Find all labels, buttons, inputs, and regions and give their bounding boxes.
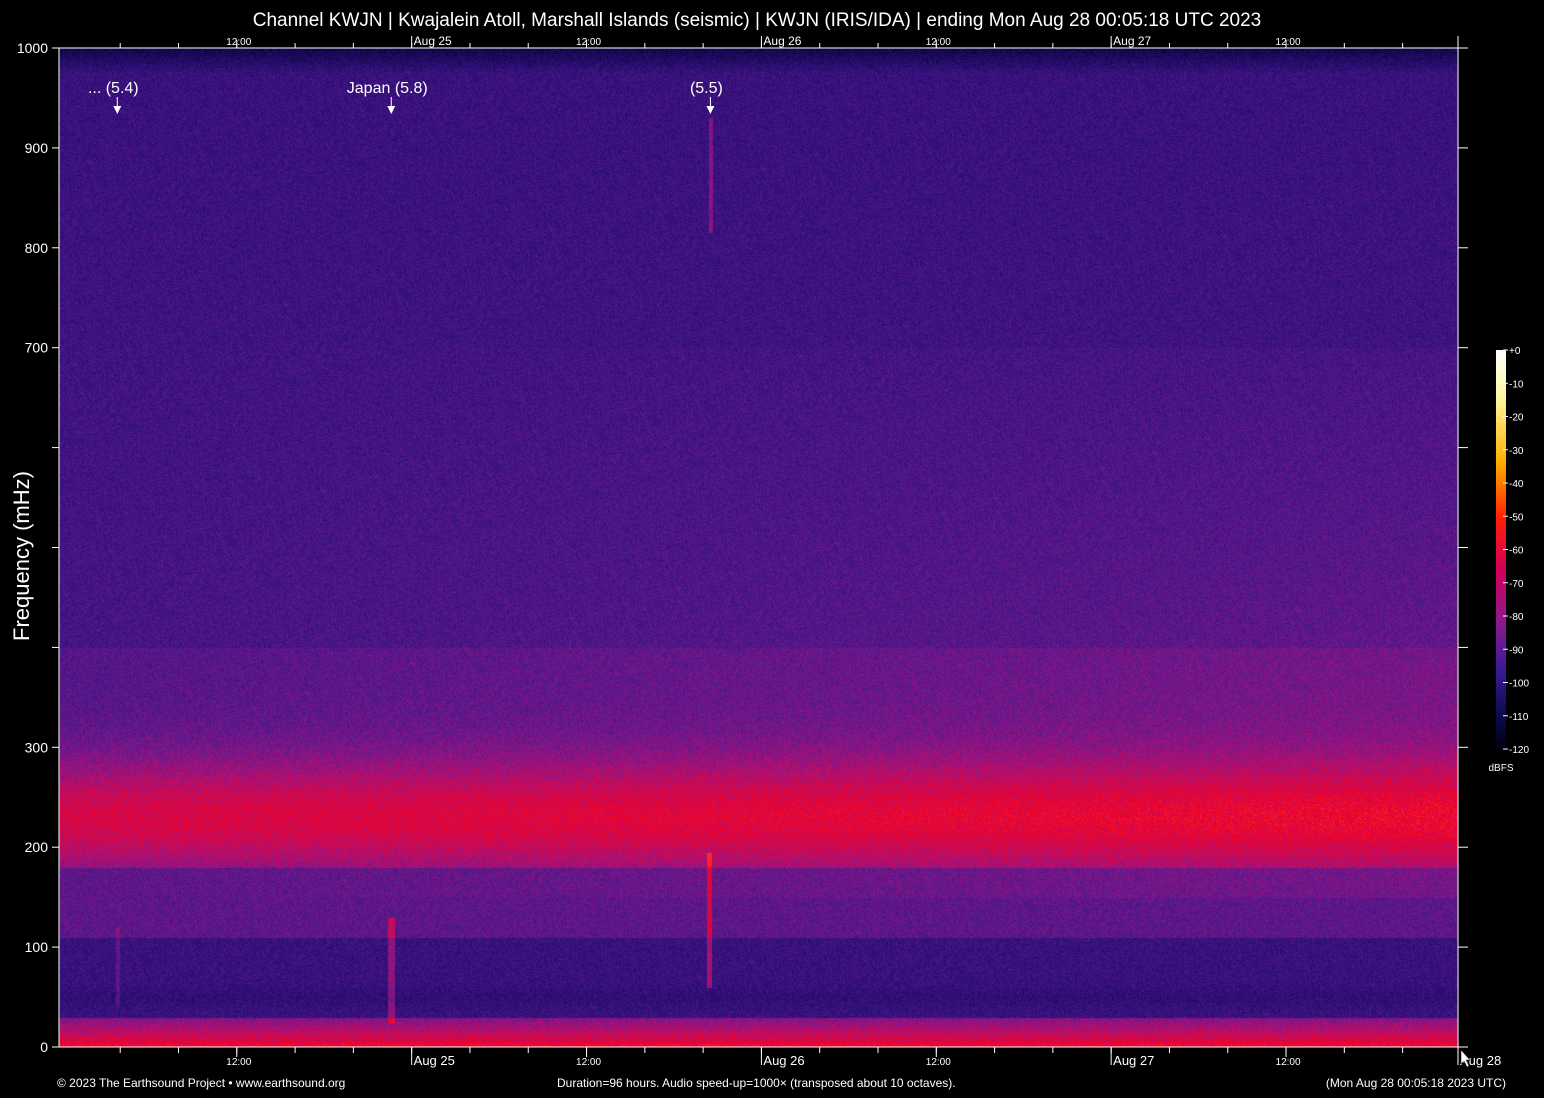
duration-text: Duration=96 hours. Audio speed-up=1000× … (557, 1076, 956, 1090)
y-tick-label: 200 (25, 839, 49, 855)
x-tick-label-bottom: 12:00 (576, 1057, 601, 1068)
x-tick-label-top: Aug 27 (1113, 34, 1151, 48)
y-tick-label: 1000 (17, 40, 48, 56)
event-label: Japan (5.8) (347, 80, 428, 97)
colorbar-tick-label: -100 (1509, 679, 1529, 690)
colorbar-tick-label: -50 (1509, 512, 1524, 523)
x-tick-label-bottom: 12:00 (1276, 1057, 1301, 1068)
event-label: ... (5.4) (88, 80, 139, 97)
x-tick-label-top: Aug 25 (414, 34, 452, 48)
colorbar-tick-label: -60 (1509, 546, 1524, 557)
y-axis-label: Frequency (mHz) (9, 471, 34, 641)
y-tick-label: 0 (40, 1039, 48, 1055)
colorbar-tick-label: -30 (1509, 446, 1524, 457)
y-tick-label: 800 (25, 240, 49, 256)
x-tick-label-top: Aug 26 (763, 34, 801, 48)
colorbar-tick-label: -110 (1509, 712, 1529, 723)
y-tick-label: 100 (25, 939, 49, 955)
colorbar-tick-label: +0 (1509, 346, 1521, 357)
x-tick-label-bottom: 12:00 (926, 1057, 951, 1068)
colorbar-tick-label: -80 (1509, 612, 1524, 623)
x-tick-label-bottom: 12:00 (226, 1057, 251, 1068)
colorbar-tick-label: -120 (1509, 745, 1529, 756)
y-tick-label: 900 (25, 140, 49, 156)
x-tick-label-top: 12:00 (576, 37, 601, 48)
chart-title: Channel KWJN | Kwajalein Atoll, Marshall… (252, 10, 1262, 31)
y-tick-label: 300 (25, 739, 49, 755)
colorbar-tick-label: -70 (1509, 579, 1524, 590)
event-arrow-head (706, 106, 715, 114)
x-tick-label-top: 12:00 (926, 37, 951, 48)
event-arrow-head (113, 106, 122, 114)
event-arrow-head (387, 106, 396, 114)
event-label: (5.5) (690, 80, 723, 97)
x-tick-label-top: 12:00 (226, 37, 251, 48)
x-tick-label-bottom: Aug 27 (1113, 1053, 1154, 1068)
colorbar-tick-label: -90 (1509, 645, 1524, 656)
chart-svg: 0 100 200 300 700 800 900 1000 12:00 12:00 Aug 25 A… (17, 34, 1530, 1068)
colorbar-tick-label: -10 (1509, 379, 1524, 390)
x-tick-label-top: 12:00 (1276, 37, 1301, 48)
colorbar-unit-label: dBFS (1488, 763, 1513, 774)
copyright-text: © 2023 The Earthsound Project • www.eart… (57, 1076, 346, 1090)
colorbar-tick-label: -20 (1509, 413, 1524, 424)
y-tick-label: 700 (25, 340, 49, 356)
colorbar-tick-label: -40 (1509, 479, 1524, 490)
x-tick-label-bottom: Aug 25 (414, 1053, 455, 1068)
timestamp-text: (Mon Aug 28 00:05:18 2023 UTC) (1325, 1076, 1506, 1090)
x-tick-label-bottom: Aug 26 (763, 1053, 804, 1068)
